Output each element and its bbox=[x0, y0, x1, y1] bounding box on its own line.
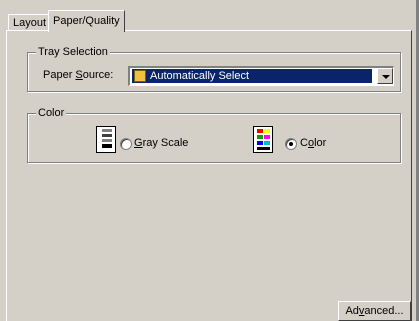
grayscale-label-accel: G bbox=[134, 137, 143, 149]
tab-layout-label: Layout bbox=[13, 17, 47, 29]
paper-source-label: Paper Source: bbox=[43, 69, 113, 81]
grayscale-radio[interactable] bbox=[120, 138, 132, 150]
paper-source-value: Automatically Select bbox=[150, 70, 250, 82]
radio-selected-dot bbox=[289, 142, 293, 146]
color-radio[interactable] bbox=[285, 138, 297, 150]
grayscale-label: Gray Scale bbox=[134, 137, 188, 149]
tray-selection-group-label: Tray Selection bbox=[36, 46, 110, 58]
color-printer-icon bbox=[253, 126, 273, 153]
paper-source-dropdown[interactable]: Automatically Select bbox=[128, 66, 394, 86]
color-group-label: Color bbox=[36, 107, 67, 119]
color-label: Color bbox=[300, 137, 326, 149]
color-label-part2: lor bbox=[314, 137, 327, 149]
advanced-label-part2: anced... bbox=[364, 305, 404, 317]
grayscale-printer-icon bbox=[96, 126, 116, 153]
paper-source-label-part2: ource: bbox=[82, 69, 114, 81]
color-group: Color bbox=[27, 107, 401, 163]
color-label-part1: C bbox=[300, 137, 308, 149]
paper-source-label-accel: S bbox=[75, 69, 83, 81]
grayscale-label-rest: ray Scale bbox=[142, 137, 189, 149]
dropdown-arrow-button[interactable] bbox=[377, 68, 393, 84]
tab-layout[interactable]: Layout bbox=[8, 14, 52, 31]
paper-source-selected: Automatically Select bbox=[132, 69, 372, 83]
printer-properties-dialog: Layout Paper/Quality Tray Selection Pape… bbox=[0, 0, 416, 321]
paper-source-label-part1: Paper bbox=[43, 69, 76, 81]
chevron-down-icon bbox=[382, 75, 390, 79]
advanced-label-part1: Ad bbox=[345, 305, 359, 317]
tray-icon bbox=[134, 70, 146, 82]
tab-paper-quality[interactable]: Paper/Quality bbox=[48, 10, 125, 32]
tab-paper-quality-label: Paper/Quality bbox=[53, 15, 120, 27]
advanced-button[interactable]: Advanced... bbox=[338, 301, 411, 321]
